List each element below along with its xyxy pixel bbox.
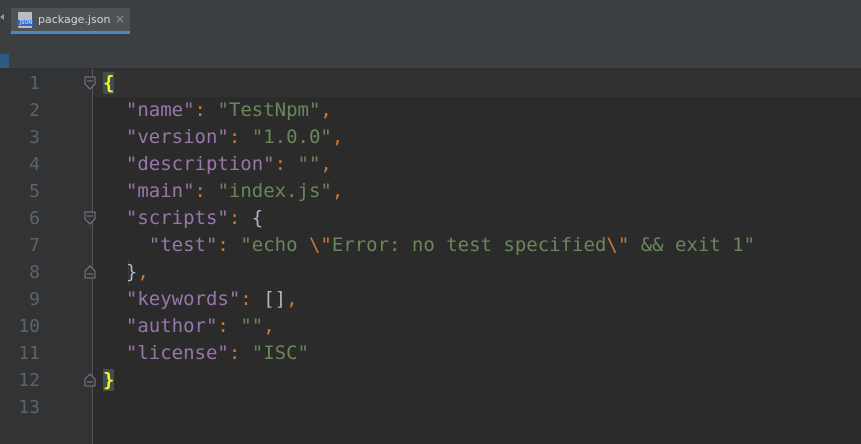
line-number: 9 bbox=[29, 289, 40, 310]
code-line-8: }, bbox=[103, 259, 149, 286]
ide-window: JSON package.json × 1 2 3 4 5 6 7 8 9 10… bbox=[0, 0, 861, 444]
code-line-1: { bbox=[103, 70, 115, 97]
code-line-9: "keywords": [], bbox=[103, 286, 298, 313]
json-colon: : bbox=[274, 153, 287, 175]
json-key: "scripts" bbox=[125, 207, 229, 229]
json-colon: : bbox=[217, 315, 229, 337]
code-line-3: "version": "1.0.0", bbox=[103, 124, 343, 151]
json-colon: : bbox=[228, 207, 241, 229]
json-string: "index.js" bbox=[217, 180, 332, 202]
json-comma: , bbox=[320, 153, 332, 175]
line-number: 13 bbox=[18, 397, 40, 418]
editor-header-bar bbox=[0, 34, 861, 69]
current-line-highlight bbox=[93, 70, 861, 97]
line-number: 3 bbox=[29, 127, 40, 148]
fold-open-icon[interactable] bbox=[84, 211, 96, 225]
json-key: "main" bbox=[125, 180, 195, 202]
line-number: 7 bbox=[29, 235, 40, 256]
code-editor[interactable]: 1 2 3 4 5 6 7 8 9 10 11 12 13 {"name": … bbox=[0, 69, 861, 444]
json-file-icon-label: JSON bbox=[19, 20, 33, 26]
json-key: "test" bbox=[148, 234, 218, 256]
line-number: 11 bbox=[18, 343, 40, 364]
json-comma: , bbox=[331, 180, 344, 202]
code-line-5: "main": "index.js", bbox=[103, 178, 343, 205]
line-number: 5 bbox=[29, 181, 40, 202]
line-number: 2 bbox=[29, 100, 40, 121]
matched-brace: } bbox=[103, 369, 115, 391]
line-number: 4 bbox=[29, 154, 40, 175]
close-icon[interactable]: × bbox=[115, 12, 125, 26]
json-comma: , bbox=[286, 288, 298, 310]
json-string: "" bbox=[297, 153, 321, 175]
json-brace: } bbox=[125, 261, 138, 283]
json-key: "keywords" bbox=[125, 288, 241, 310]
json-comma: , bbox=[320, 99, 332, 121]
code-line-11: "license": "ISC" bbox=[103, 340, 309, 367]
json-string: && exit 1" bbox=[629, 234, 756, 256]
json-string: "" bbox=[240, 315, 264, 337]
code-line-12: } bbox=[103, 367, 115, 394]
matched-brace: { bbox=[103, 72, 115, 94]
line-number-gutter: 1 2 3 4 5 6 7 8 9 10 11 12 13 bbox=[0, 69, 93, 444]
json-comma: , bbox=[263, 315, 275, 337]
json-array: [] bbox=[263, 288, 287, 310]
json-file-icon: JSON bbox=[17, 12, 33, 28]
tab-package-json[interactable]: JSON package.json × bbox=[11, 8, 130, 34]
json-colon: : bbox=[217, 234, 229, 256]
fold-open-icon[interactable] bbox=[84, 76, 96, 90]
tab-label: package.json bbox=[38, 13, 111, 26]
fold-end-icon[interactable] bbox=[84, 373, 96, 387]
line-number: 12 bbox=[18, 370, 40, 391]
json-brace: { bbox=[251, 207, 264, 229]
json-key: "license" bbox=[125, 342, 229, 364]
json-string: "TestNpm" bbox=[217, 99, 321, 121]
json-colon: : bbox=[240, 288, 252, 310]
json-string: "echo bbox=[240, 234, 309, 256]
json-colon: : bbox=[194, 180, 206, 202]
json-colon: : bbox=[228, 126, 241, 148]
code-line-4: "description": "", bbox=[103, 151, 332, 178]
json-string: Error: no test specified bbox=[331, 234, 607, 256]
code-line-7: "test": "echo \"Error: no test specified… bbox=[103, 232, 755, 259]
line-number: 8 bbox=[29, 262, 40, 283]
scroll-tabs-left-icon[interactable] bbox=[0, 14, 4, 20]
code-line-10: "author": "", bbox=[103, 313, 275, 340]
json-key: "author" bbox=[125, 315, 218, 337]
json-colon: : bbox=[194, 99, 206, 121]
code-line-2: "name": "TestNpm", bbox=[103, 97, 332, 124]
fold-end-icon[interactable] bbox=[84, 265, 96, 279]
json-string: "ISC" bbox=[251, 342, 309, 364]
json-comma: , bbox=[137, 261, 149, 283]
line-number: 10 bbox=[18, 316, 40, 337]
json-escape: \" bbox=[308, 234, 332, 256]
json-key: "name" bbox=[125, 99, 195, 121]
json-key: "description" bbox=[125, 153, 275, 175]
editor-tab-bar: JSON package.json × bbox=[0, 0, 861, 34]
line-number: 1 bbox=[29, 73, 40, 94]
code-line-6: "scripts": { bbox=[103, 205, 263, 232]
line-number: 6 bbox=[29, 208, 40, 229]
side-panel-marker bbox=[0, 54, 9, 68]
json-comma: , bbox=[331, 126, 344, 148]
json-string: "1.0.0" bbox=[251, 126, 332, 148]
json-colon: : bbox=[228, 342, 241, 364]
json-escape: \" bbox=[606, 234, 630, 256]
json-key: "version" bbox=[125, 126, 229, 148]
